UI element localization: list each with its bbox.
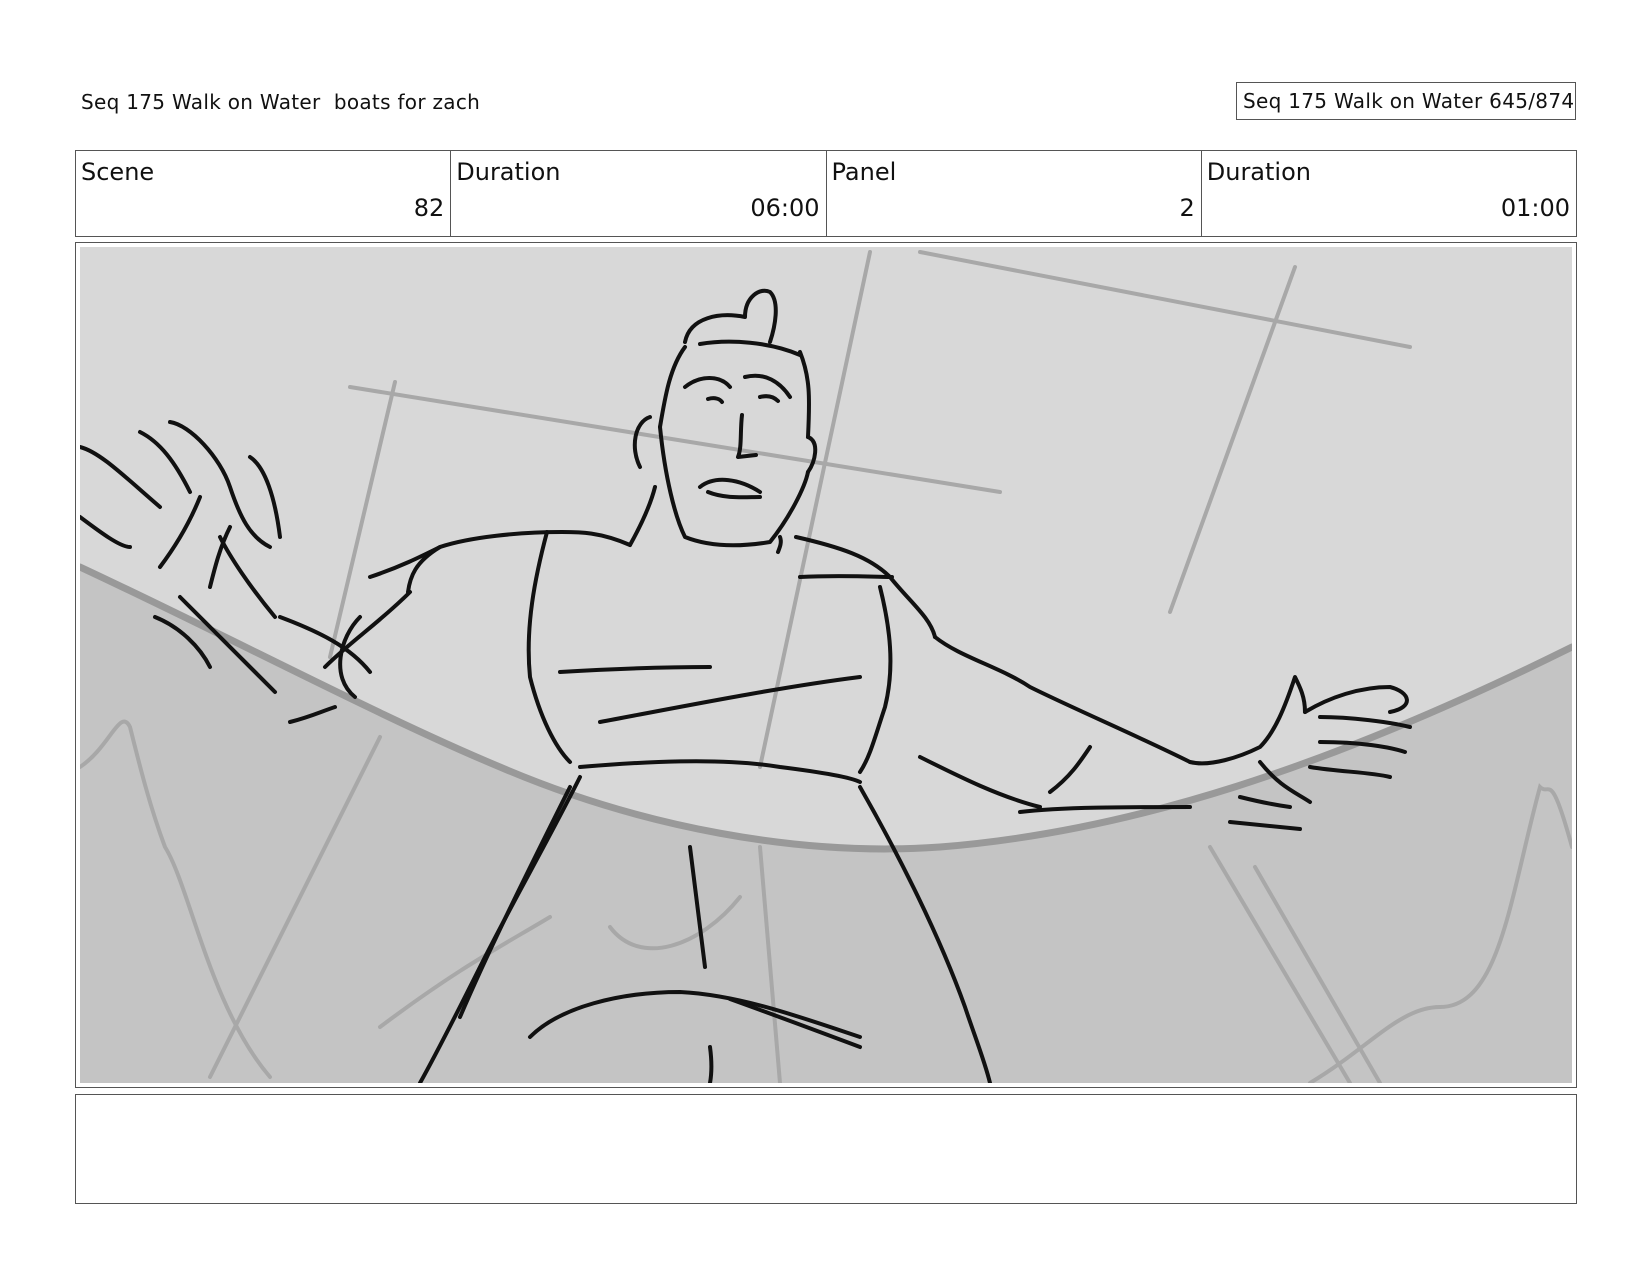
notes-box <box>75 1094 1577 1204</box>
panel-value: 2 <box>1179 194 1195 222</box>
page-counter: Seq 175 Walk on Water 645/874 <box>1236 82 1576 120</box>
info-table: Scene 82 Duration 06:00 Panel 2 Duration… <box>75 150 1577 237</box>
storyboard-frame <box>75 242 1577 1088</box>
panel-duration-cell: Duration 01:00 <box>1202 151 1576 236</box>
sequence-title: Seq 175 Walk on Water boats for zach <box>81 90 481 114</box>
panel-duration-value: 01:00 <box>1500 194 1570 222</box>
scene-duration-cell: Duration 06:00 <box>451 151 827 236</box>
scene-value: 82 <box>413 194 445 222</box>
storyboard-sketch <box>80 247 1572 1083</box>
panel-label: Panel <box>831 158 897 186</box>
scene-label: Scene <box>81 158 155 186</box>
scene-duration-value: 06:00 <box>750 194 820 222</box>
panel-cell: Panel 2 <box>827 151 1202 236</box>
panel-duration-label: Duration <box>1206 158 1311 186</box>
scene-duration-label: Duration <box>456 158 561 186</box>
scene-cell: Scene 82 <box>76 151 452 236</box>
